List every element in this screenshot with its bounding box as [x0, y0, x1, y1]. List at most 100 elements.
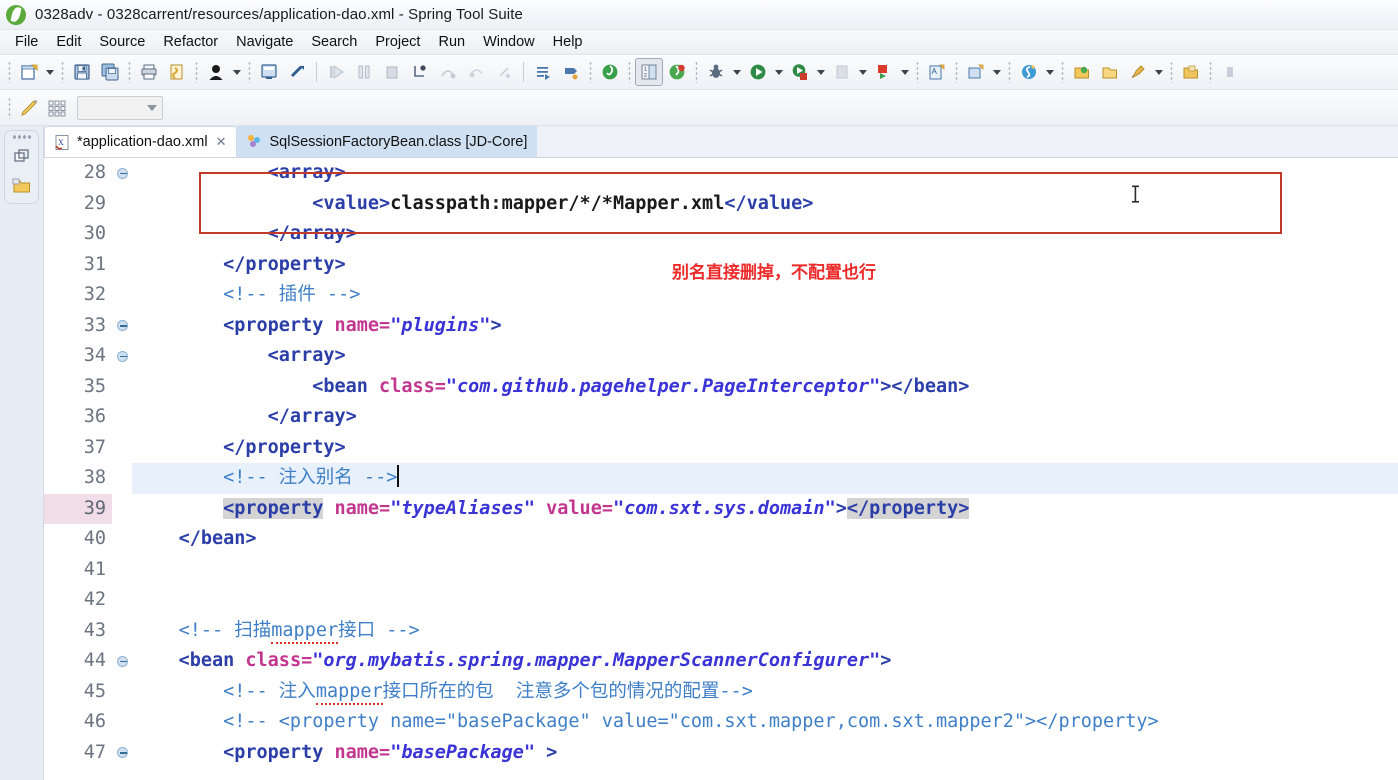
terminate-icon[interactable] — [378, 58, 406, 86]
new-java-class-icon[interactable]: A — [923, 58, 951, 86]
code-text[interactable]: <!-- <property name="basePackage" value=… — [132, 707, 1398, 738]
open-task-icon[interactable] — [1096, 58, 1124, 86]
toolbar-grip-5[interactable] — [248, 61, 251, 83]
code-text[interactable]: </array> — [132, 402, 1398, 433]
grid-view-icon[interactable] — [43, 94, 71, 122]
menu-search[interactable]: Search — [302, 33, 366, 51]
code-text[interactable]: <!-- 注入mapper接口所在的包 注意多个包的情况的配置--> — [132, 677, 1398, 708]
spring-boot-dashboard-icon[interactable] — [596, 58, 624, 86]
code-line[interactable]: 40 </bean> — [44, 524, 1398, 555]
toolbar-grip-6[interactable] — [589, 61, 592, 83]
export-icon[interactable] — [163, 58, 191, 86]
toolbar-grip-12[interactable] — [1061, 61, 1064, 83]
code-line[interactable]: 38 <!-- 注入别名 --> — [44, 463, 1398, 494]
code-text[interactable]: <array> — [132, 341, 1398, 372]
menu-file[interactable]: File — [6, 33, 47, 51]
code-text[interactable]: <array> — [132, 158, 1398, 189]
code-line[interactable]: 45 <!-- 注入mapper接口所在的包 注意多个包的情况的配置--> — [44, 677, 1398, 708]
toolbar2-grip[interactable] — [8, 96, 11, 119]
code-text[interactable]: </array> — [132, 219, 1398, 250]
toolbar-grip-3[interactable] — [128, 61, 131, 83]
boot-app-icon[interactable]: 1 2 — [635, 58, 663, 86]
step-over-icon[interactable] — [434, 58, 462, 86]
code-text[interactable]: </property> — [132, 433, 1398, 464]
menu-window[interactable]: Window — [474, 33, 544, 51]
code-line[interactable]: 43 <!-- 扫描mapper接口 --> — [44, 616, 1398, 647]
code-line[interactable]: 41 — [44, 555, 1398, 586]
menu-source[interactable]: Source — [90, 33, 154, 51]
toolbar-grip-7[interactable] — [628, 61, 631, 83]
tab-sqlsessionfactorybean-class[interactable]: SqlSessionFactoryBean.class [JD-Core] — [237, 126, 538, 157]
menu-refactor[interactable]: Refactor — [154, 33, 227, 51]
toolbar-grip-2[interactable] — [61, 61, 64, 83]
code-line[interactable]: 33 <property name="plugins"> — [44, 311, 1398, 342]
code-text[interactable]: <property name="basePackage" > — [132, 738, 1398, 769]
tab-application-dao-xml[interactable]: X *application-dao.xml ✕ — [44, 126, 238, 157]
run-icon[interactable] — [744, 58, 772, 86]
user-profile-dropdown-icon[interactable] — [230, 58, 244, 86]
fold-toggle[interactable] — [112, 747, 132, 759]
step-return-icon[interactable] — [462, 58, 490, 86]
search-class-icon[interactable] — [1015, 58, 1043, 86]
resume-icon[interactable] — [322, 58, 350, 86]
suspend-icon[interactable] — [350, 58, 378, 86]
external-tools-icon[interactable] — [870, 58, 898, 86]
overflow-icon[interactable] — [1216, 58, 1244, 86]
spring-run-icon[interactable] — [663, 58, 691, 86]
code-line[interactable]: 46 <!-- <property name="basePackage" val… — [44, 707, 1398, 738]
fold-toggle[interactable] — [112, 655, 132, 667]
code-line[interactable]: 37 </property> — [44, 433, 1398, 464]
coverage-dropdown-icon[interactable] — [856, 58, 870, 86]
toolbar-grip-11[interactable] — [1008, 61, 1011, 83]
code-text[interactable]: <property name="typeAliases" value="com.… — [132, 494, 1398, 525]
run-last-tool-icon[interactable] — [557, 58, 585, 86]
code-line[interactable]: 34 <array> — [44, 341, 1398, 372]
menu-help[interactable]: Help — [544, 33, 592, 51]
fold-toggle[interactable] — [112, 167, 132, 179]
code-text[interactable]: </bean> — [132, 524, 1398, 555]
console-icon[interactable] — [255, 58, 283, 86]
save-all-icon[interactable] — [96, 58, 124, 86]
fold-toggle[interactable] — [112, 320, 132, 332]
code-text[interactable]: <bean class="com.github.pagehelper.PageI… — [132, 372, 1398, 403]
run-as-icon[interactable] — [786, 58, 814, 86]
debug-dropdown-icon[interactable] — [730, 58, 744, 86]
toolbar-grip[interactable] — [8, 61, 11, 83]
code-text[interactable]: <property name="plugins"> — [132, 311, 1398, 342]
encoding-combo[interactable] — [77, 95, 163, 120]
xml-source-editor[interactable]: 28 <array> 29 <value>classpath:mapper/*/*… — [44, 157, 1398, 780]
run-as-dropdown-icon[interactable] — [814, 58, 828, 86]
menu-navigate[interactable]: Navigate — [227, 33, 302, 51]
link-break-icon[interactable] — [283, 58, 311, 86]
debug-icon[interactable] — [702, 58, 730, 86]
menu-run[interactable]: Run — [429, 33, 474, 51]
fold-toggle[interactable] — [112, 350, 132, 362]
save-icon[interactable] — [68, 58, 96, 86]
toolbar-grip-10[interactable] — [955, 61, 958, 83]
code-line[interactable]: 35 <bean class="com.github.pagehelper.Pa… — [44, 372, 1398, 403]
new-wizard-dropdown-icon[interactable] — [43, 58, 57, 86]
user-profile-icon[interactable] — [202, 58, 230, 86]
code-line[interactable]: 39 <property name="typeAliases" value="c… — [44, 493, 1398, 525]
close-icon[interactable]: ✕ — [216, 134, 227, 150]
external-tools-dropdown-icon[interactable] — [898, 58, 912, 86]
restore-view-icon[interactable] — [9, 145, 35, 169]
run-dropdown-icon[interactable] — [772, 58, 786, 86]
print-icon[interactable] — [135, 58, 163, 86]
new-wizard-icon[interactable] — [15, 58, 43, 86]
open-type-icon[interactable] — [1068, 58, 1096, 86]
menu-edit[interactable]: Edit — [47, 33, 90, 51]
code-text[interactable]: <bean class="org.mybatis.spring.mapper.M… — [132, 646, 1398, 677]
code-text[interactable]: <value>classpath:mapper/*/*Mapper.xml</v… — [132, 189, 1398, 220]
new-package-dropdown-icon[interactable] — [990, 58, 1004, 86]
code-line[interactable]: 44 <bean class="org.mybatis.spring.mappe… — [44, 646, 1398, 677]
code-lines[interactable]: 28 <array> 29 <value>classpath:mapper/*/*… — [44, 158, 1398, 780]
code-line[interactable]: 30 </array> — [44, 219, 1398, 250]
menu-project[interactable]: Project — [366, 33, 429, 51]
package-explorer-icon[interactable] — [9, 174, 35, 198]
code-line[interactable]: 28 <array> — [44, 158, 1398, 189]
quick-access-dropdown-icon[interactable] — [1152, 58, 1166, 86]
quick-access-icon[interactable] — [1124, 58, 1152, 86]
open-perspective-icon[interactable] — [1177, 58, 1205, 86]
drag-handle-dots[interactable] — [11, 134, 32, 140]
